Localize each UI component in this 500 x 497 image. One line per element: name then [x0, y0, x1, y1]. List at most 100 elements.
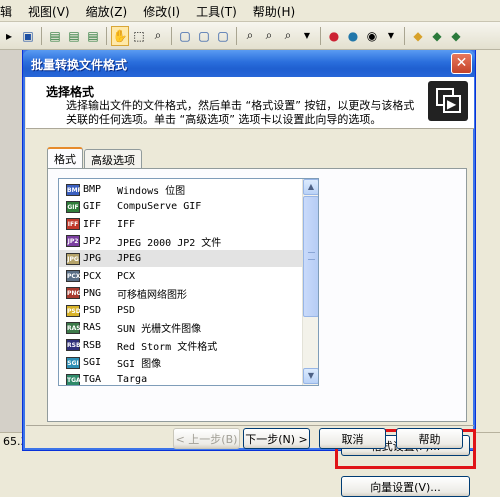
help-button[interactable]: 帮助: [396, 428, 463, 449]
layer-icon[interactable]: ◆: [428, 26, 446, 46]
vertical-scrollbar[interactable]: ▲ ▼: [302, 179, 318, 385]
file-format-icon: PSD: [66, 304, 81, 317]
toolbar-divider: [106, 26, 107, 45]
toolbar: ▸ ▣ ▤ ▤ ▤ ✋ ⬚ ⌕ ▢ ▢ ▢ ⌕ ⌕ ⌕ ▼ ● ● ◉ ▼ ◆ …: [0, 22, 500, 50]
cancel-button[interactable]: 取消: [319, 428, 386, 449]
wizard-header: 选择格式 选择输出文件的文件格式，然后单击 “格式设置” 按钮，以更改与该格式 …: [26, 77, 474, 129]
zoom-out-icon[interactable]: ⌕: [260, 26, 278, 46]
layer-icon[interactable]: ◆: [409, 26, 427, 46]
format-extension: GIF: [83, 201, 102, 213]
file-format-icon: PCX: [66, 270, 80, 282]
image-icon[interactable]: ▤: [46, 26, 64, 46]
chevron-down-icon[interactable]: ▼: [298, 26, 316, 46]
toolbar-divider: [404, 26, 405, 45]
file-format-icon: RAS: [66, 321, 81, 334]
format-description: PSD: [117, 305, 136, 317]
menu-help[interactable]: 帮助(H): [246, 1, 304, 20]
menu-tools[interactable]: 工具(T): [189, 1, 246, 20]
menu-edit[interactable]: 辑: [0, 1, 21, 20]
dialog-titlebar[interactable]: 批量转换文件格式 ✕: [23, 50, 475, 77]
color-icon[interactable]: ●: [325, 26, 343, 46]
vector-settings-button[interactable]: 向量设置(V)...: [341, 476, 470, 497]
tab-strip: 格式 高级选项: [47, 147, 143, 168]
file-format-icon: JP2: [66, 235, 80, 248]
format-description: 可移植网络图形: [117, 289, 187, 301]
format-extension: RSB: [83, 339, 102, 351]
eye-icon[interactable]: ◉: [363, 26, 381, 46]
format-description: Targa: [117, 374, 148, 386]
format-list-item[interactable]: IFF IFF IFF: [59, 216, 303, 233]
dialog-title: 批量转换文件格式: [31, 58, 128, 72]
format-tab-panel: TIFFTIFF标记图像文件格式TGATGATargaSGISGISGI 图像R…: [47, 168, 476, 497]
file-format-icon: RSB: [66, 339, 81, 352]
description-line-1: 选择输出文件的文件格式，然后单击 “格式设置” 按钮，以更改与该格式: [66, 99, 415, 112]
image-icon[interactable]: ▤: [84, 26, 102, 46]
convert-icon: ▶: [428, 81, 468, 121]
menu-zoom[interactable]: 缩放(Z): [79, 1, 137, 20]
format-extension: JP2: [83, 235, 102, 247]
format-list-item[interactable]: PCX PCX PCX: [59, 268, 303, 285]
magnifier-icon[interactable]: ⌕: [149, 26, 167, 46]
arrow-icon[interactable]: ▸: [0, 26, 18, 46]
scrollbar-thumb[interactable]: [303, 196, 318, 317]
zoom-in-icon[interactable]: ⌕: [241, 26, 259, 46]
format-description: PCX: [117, 270, 136, 282]
chevron-down-icon[interactable]: ▼: [382, 26, 400, 46]
format-extension: PCX: [83, 270, 102, 282]
format-description: CompuServe GIF: [117, 201, 202, 213]
format-list-item[interactable]: SGI SGI SGI 图像: [59, 354, 303, 371]
format-description: Windows 位图: [117, 186, 186, 197]
format-list-item[interactable]: RAS RAS SUN 光栅文件图像: [59, 319, 303, 336]
format-list[interactable]: TIFFTIFF标记图像文件格式TGATGATargaSGISGISGI 图像R…: [58, 178, 319, 386]
menu-modify[interactable]: 修改(I): [136, 1, 189, 20]
toolbar-divider: [41, 26, 42, 45]
page-icon[interactable]: ▢: [176, 26, 194, 46]
format-list-item[interactable]: PNG PNG 可移植网络图形: [59, 285, 303, 302]
format-list-item[interactable]: JPG JPG JPEG: [59, 250, 303, 268]
format-list-item[interactable]: RSB RSB Red Storm 文件格式: [59, 337, 303, 354]
format-description: JPEG 2000 JP2 文件: [117, 237, 222, 249]
description-line-2: 关联的任何选项。单击 “高级选项” 选项卡以设置此向导的选项。: [66, 113, 382, 126]
next-button[interactable]: 下一步(N) >: [243, 428, 310, 449]
color-icon[interactable]: ●: [344, 26, 362, 46]
file-format-icon: SGI: [66, 356, 80, 369]
file-format-icon: PNG: [66, 287, 81, 300]
scroll-up-icon[interactable]: ▲: [303, 179, 318, 195]
format-list-item[interactable]: TGA TGA Targa: [59, 371, 303, 386]
format-extension: RAS: [83, 322, 102, 334]
format-description: SUN 光栅文件图像: [117, 324, 202, 336]
select-icon[interactable]: ⬚: [130, 26, 148, 46]
file-format-icon: GIF: [66, 200, 80, 213]
save-icon[interactable]: ▣: [19, 26, 37, 46]
menubar: 辑 视图(V) 缩放(Z) 修改(I) 工具(T) 帮助(H): [0, 0, 500, 22]
format-extension: PSD: [83, 305, 102, 317]
file-format-icon: IFF: [66, 218, 80, 231]
layer-icon[interactable]: ◆: [447, 26, 465, 46]
file-format-icon: TGA: [66, 373, 81, 385]
tab-format[interactable]: 格式: [47, 147, 83, 168]
tab-advanced-options[interactable]: 高级选项: [84, 149, 142, 168]
hand-icon[interactable]: ✋: [111, 25, 129, 46]
back-button[interactable]: < 上一步(B): [173, 428, 240, 449]
scroll-down-icon[interactable]: ▼: [303, 368, 318, 384]
format-list-item[interactable]: PSD PSD PSD: [59, 302, 303, 319]
zoom-icon[interactable]: ⌕: [279, 26, 297, 46]
close-button[interactable]: ✕: [451, 53, 472, 74]
format-extension: TGA: [83, 374, 102, 386]
footer-divider: [26, 425, 474, 426]
format-list-item[interactable]: JP2 JP2 JPEG 2000 JP2 文件: [59, 233, 303, 250]
format-extension: SGI: [83, 357, 102, 368]
format-list-item[interactable]: BMP BMP Windows 位图: [59, 181, 303, 198]
format-list-item[interactable]: GIF GIF CompuServe GIF: [59, 198, 303, 215]
format-extension: PNG: [83, 287, 102, 299]
format-description: SGI 图像: [117, 359, 162, 370]
format-description: Red Storm 文件格式: [117, 341, 218, 353]
format-description: IFF: [117, 218, 136, 230]
format-description: JPEG: [117, 253, 142, 265]
image-icon[interactable]: ▤: [65, 26, 83, 46]
menu-view[interactable]: 视图(V): [21, 1, 79, 20]
format-extension: JPG: [83, 253, 102, 265]
page-icon[interactable]: ▢: [195, 26, 213, 46]
toolbar-divider: [171, 26, 172, 45]
page-icon[interactable]: ▢: [214, 26, 232, 46]
